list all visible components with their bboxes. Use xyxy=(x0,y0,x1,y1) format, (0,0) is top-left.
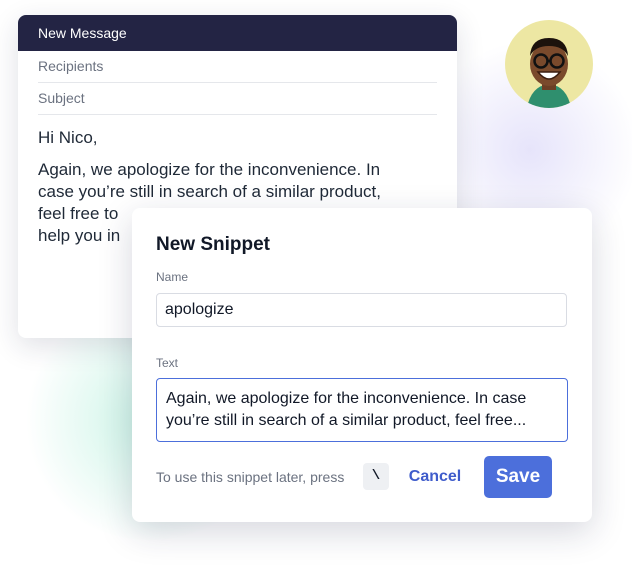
dialog-title: New Snippet xyxy=(156,234,271,255)
message-line: Again, we apologize for the inconvenienc… xyxy=(38,160,381,179)
user-photo-icon xyxy=(505,20,593,108)
snippet-name-input[interactable] xyxy=(156,293,567,327)
message-greeting: Hi Nico, xyxy=(38,128,98,147)
shortcut-hint: To use this snippet later, press xyxy=(156,469,345,485)
recipients-field[interactable]: Recipients xyxy=(38,51,437,83)
avatar-illustration xyxy=(505,20,593,108)
shortcut-key-badge: \ xyxy=(363,463,389,490)
compose-header-title: New Message xyxy=(18,15,457,51)
text-label: Text xyxy=(156,356,179,370)
message-line: case you’re still in search of a similar… xyxy=(38,182,381,201)
new-snippet-dialog: New Snippet Name Text Again, we apologiz… xyxy=(132,208,592,522)
name-label: Name xyxy=(156,270,189,284)
save-button[interactable]: Save xyxy=(484,456,552,498)
subject-field[interactable]: Subject xyxy=(38,83,437,115)
snippet-text-line: you’re still in search of a similar prod… xyxy=(166,412,527,429)
snippet-text-line: Again, we apologize for the inconvenienc… xyxy=(166,390,527,407)
snippet-text-area[interactable]: Again, we apologize for the inconvenienc… xyxy=(156,378,568,442)
cancel-button[interactable]: Cancel xyxy=(402,466,468,488)
